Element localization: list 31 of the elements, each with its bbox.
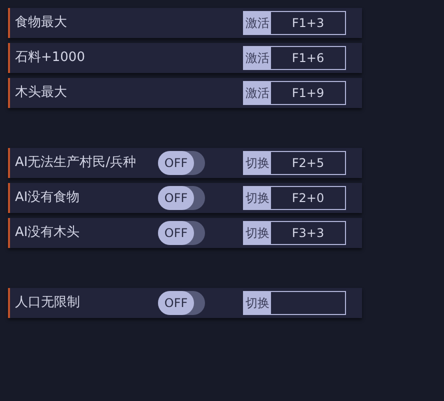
toggle-switch[interactable]: OFF <box>158 221 205 245</box>
toggle-switch[interactable]: OFF <box>158 291 205 315</box>
hotkey-control[interactable]: 激活 F1+3 <box>243 11 346 35</box>
option-label: AI没有食物 <box>14 189 81 208</box>
toggle-switch[interactable]: OFF <box>158 186 205 210</box>
hotkey-text: F2+0 <box>290 190 326 207</box>
option-label: 食物最大 <box>14 14 68 32</box>
hotkey-text: F1+6 <box>290 50 326 67</box>
hotkey-control[interactable]: 激活 F1+6 <box>243 46 346 70</box>
option-label: 人口无限制 <box>14 294 81 312</box>
action-label: 切换 <box>244 187 271 209</box>
option-label: AI无法生产村民/兵种 <box>14 154 138 172</box>
action-label: 切换 <box>244 292 271 314</box>
hotkey-text: F2+5 <box>290 155 326 172</box>
hotkey-control[interactable]: 切换 <box>243 291 346 315</box>
hotkey-control[interactable]: 切换 F3+3 <box>243 221 346 245</box>
hotkey-text: F1+3 <box>290 15 326 32</box>
hotkey-control[interactable]: 激活 F1+9 <box>243 81 346 105</box>
option-label: 木头最大 <box>14 84 68 102</box>
action-label: 切换 <box>244 152 271 174</box>
action-label: 切换 <box>244 222 271 244</box>
toggle-switch[interactable]: OFF <box>158 151 205 175</box>
hotkey-text: F1+9 <box>290 85 326 102</box>
hotkey-text: F3+3 <box>290 225 326 242</box>
action-label: 激活 <box>244 47 271 69</box>
hotkey-control[interactable]: 切换 F2+0 <box>243 186 346 210</box>
hotkey-control[interactable]: 切换 F2+5 <box>243 151 346 175</box>
option-label: 石料+1000 <box>14 49 86 68</box>
action-label: 激活 <box>244 82 271 104</box>
option-label: AI没有木头 <box>14 224 81 242</box>
action-label: 激活 <box>244 12 271 34</box>
